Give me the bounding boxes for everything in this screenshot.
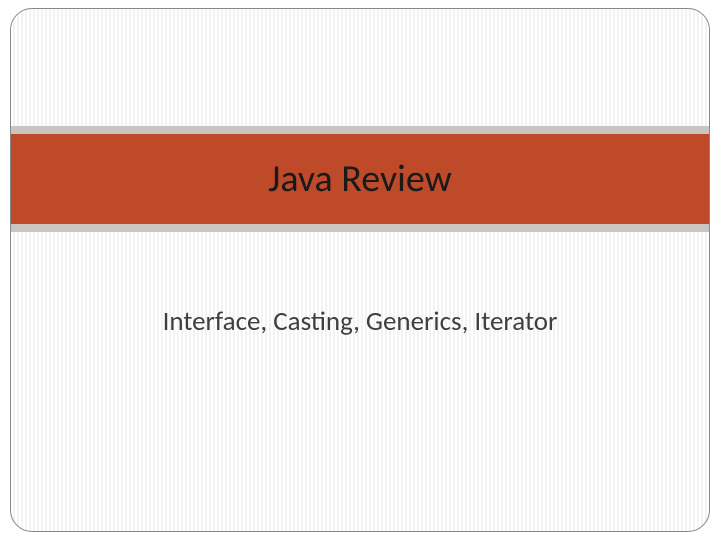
slide-title: Java Review: [268, 156, 452, 202]
title-band: Java Review: [11, 134, 709, 224]
slide-container: Java Review Interface, Casting, Generics…: [10, 8, 710, 532]
title-accent-bar-top: [11, 126, 709, 134]
title-accent-bar-bottom: [11, 224, 709, 232]
slide-subtitle: Interface, Casting, Generics, Iterator: [11, 305, 709, 338]
